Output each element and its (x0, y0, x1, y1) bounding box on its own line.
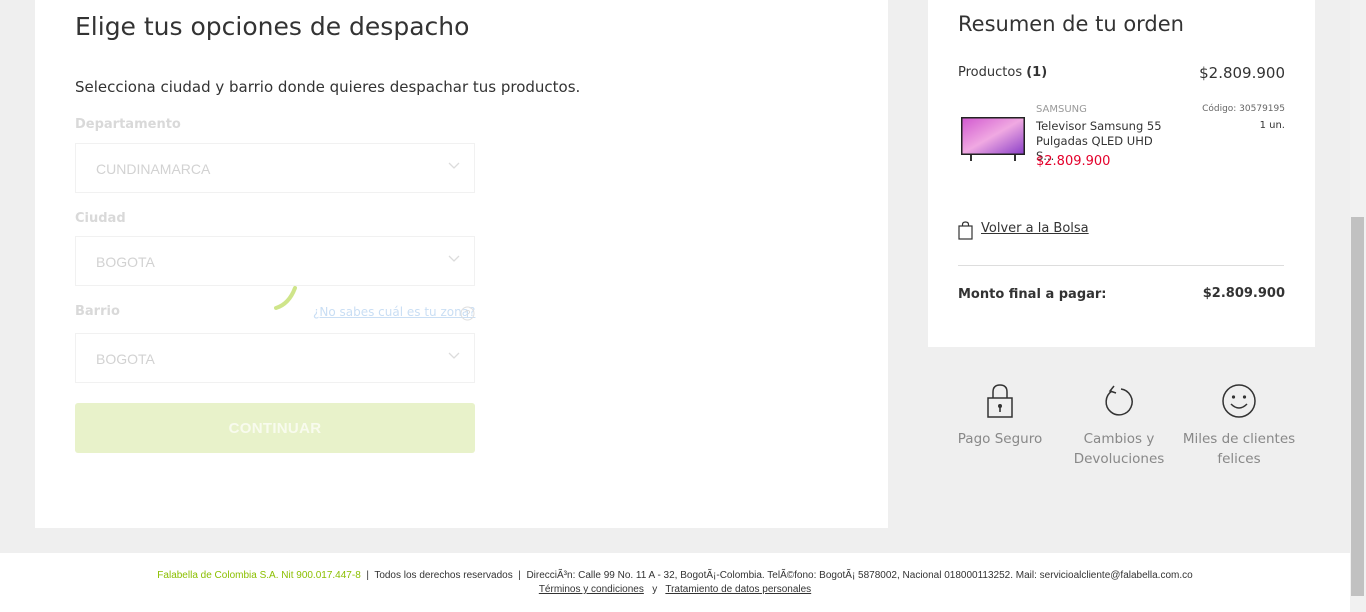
chevron-down-icon (448, 352, 460, 359)
final-amount-value: $2.809.900 (1202, 286, 1285, 301)
zone-help-link[interactable]: ¿No sabes cuál es tu zona? (313, 305, 475, 319)
shipping-options-panel: Elige tus opciones de despacho Seleccion… (35, 0, 888, 528)
continue-button[interactable]: CONTINUAR (75, 403, 475, 453)
final-amount-label: Monto final a pagar: (958, 287, 1107, 302)
department-value: CUNDINAMARCA (96, 161, 211, 177)
lock-icon (987, 384, 1013, 418)
return-arrow-icon (1105, 385, 1133, 416)
product-code: Código: 30579195 (1202, 104, 1285, 114)
footer-links: Términos y condiciones y Tratamiento de … (0, 584, 1350, 595)
loading-spinner-icon (274, 286, 297, 310)
neighborhood-label: Barrio (75, 304, 120, 319)
products-label-text: Productos (958, 65, 1023, 80)
department-select[interactable]: CUNDINAMARCA (75, 143, 475, 193)
back-to-bag-link[interactable]: Volver a la Bolsa (981, 221, 1089, 236)
department-label: Departamento (75, 117, 181, 132)
benefit-label: Pago Seguro (957, 431, 1043, 447)
svg-text:?: ? (465, 309, 471, 320)
city-value: BOGOTA (96, 254, 155, 270)
tv-product-image (961, 117, 1025, 161)
product-units: 1 un. (1259, 120, 1285, 131)
privacy-link[interactable]: Tratamiento de datos personales (665, 584, 811, 595)
benefit-label: Cambios y Devoluciones (1073, 431, 1165, 467)
summary-title: Resumen de tu orden (958, 12, 1184, 36)
terms-link[interactable]: Términos y condiciones (539, 584, 644, 595)
footer-address: DirecciÃ³n: Calle 99 No. 11 A - 32, Bogo… (526, 570, 1193, 581)
product-brand: SAMSUNG (1036, 104, 1087, 115)
city-label: Ciudad (75, 211, 126, 226)
benefit-label: Miles de clientes felices (1182, 431, 1296, 467)
summary-divider (958, 265, 1284, 266)
footer: Falabella de Colombia S.A. Nit 900.017.4… (0, 553, 1350, 612)
footer-company: Falabella de Colombia S.A. Nit 900.017.4… (157, 570, 361, 581)
products-count: (1) (1026, 65, 1048, 80)
neighborhood-select[interactable]: BOGOTA (75, 333, 475, 383)
products-label: Productos (1) (958, 65, 1047, 80)
page-title: Elige tus opciones de despacho (75, 12, 470, 41)
page-scrollbar[interactable] (1350, 0, 1366, 612)
chevron-down-icon (448, 162, 460, 169)
footer-rights: Todos los derechos reservados (374, 570, 513, 581)
footer-separator: | (515, 570, 524, 581)
order-summary-panel: Resumen de tu orden Productos (1) $2.809… (928, 0, 1315, 347)
benefit-happy-customers: Miles de clientes felices (1179, 383, 1299, 469)
smiley-icon (1222, 384, 1256, 418)
product-price: $2.809.900 (1036, 154, 1111, 169)
shipping-subtitle: Selecciona ciudad y barrio donde quieres… (75, 78, 581, 96)
scrollbar-thumb[interactable] (1351, 217, 1364, 596)
question-icon[interactable]: ? (460, 306, 475, 321)
benefit-secure-payment: Pago Seguro (940, 383, 1060, 449)
neighborhood-value: BOGOTA (96, 351, 155, 367)
chevron-down-icon (448, 255, 460, 262)
footer-and: y (652, 584, 658, 595)
footer-info-line: Falabella de Colombia S.A. Nit 900.017.4… (0, 570, 1350, 581)
products-total: $2.809.900 (1199, 64, 1285, 82)
benefit-returns: Cambios y Devoluciones (1059, 383, 1179, 469)
shopping-bag-icon[interactable] (958, 221, 973, 240)
footer-separator: | (363, 570, 372, 581)
